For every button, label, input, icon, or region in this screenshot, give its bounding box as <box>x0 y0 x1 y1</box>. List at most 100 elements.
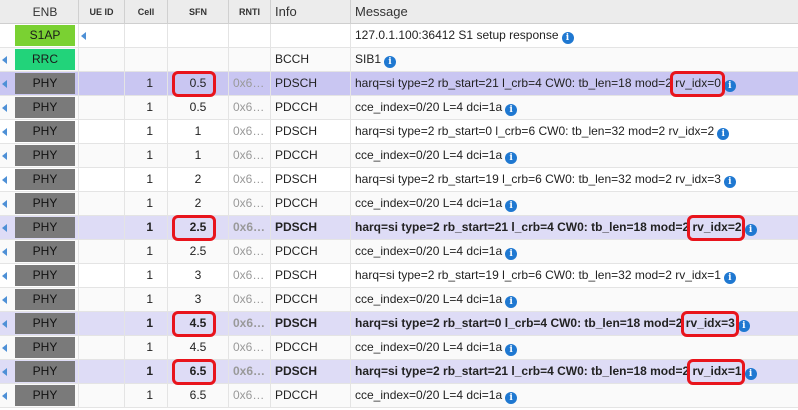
layer-badge[interactable]: PHY <box>15 265 75 286</box>
table-row[interactable]: PHY 1 1 0x6… PDSCH harq=si type=2 rb_start=0 … <box>0 120 798 144</box>
info-icon[interactable]: i <box>744 224 757 236</box>
rnti-cell: 0x6… <box>229 360 271 383</box>
incoming-arrow-icon <box>2 272 7 280</box>
layer-badge[interactable]: PHY <box>15 169 75 190</box>
enb-cell: PHY <box>12 288 79 311</box>
message-cell: cce_index=0/20 L=4 dci=1a i <box>351 144 798 167</box>
info-icon[interactable]: i <box>505 392 518 404</box>
table-row[interactable]: PHY 1 3 0x6… PDSCH harq=si type=2 rb_start=19… <box>0 264 798 288</box>
info-icon[interactable]: i <box>737 320 750 332</box>
info-cell: PDSCH <box>271 360 351 383</box>
enb-cell: PHY <box>12 312 79 335</box>
info-icon[interactable]: i <box>505 104 518 116</box>
message-cell: harq=si type=2 rb_start=21 l_crb=4 CW0: … <box>351 360 798 383</box>
table-row[interactable]: PHY 1 2.5 0x6… PDSCH harq=si type=2 rb_start=… <box>0 216 798 240</box>
message-cell: cce_index=0/20 L=4 dci=1a i <box>351 336 798 359</box>
table-row[interactable]: PHY 1 2.5 0x6… PDCCH cce_index=0/20 L=4 dci=1… <box>0 240 798 264</box>
info-icon[interactable]: i <box>384 56 397 68</box>
column-header-info[interactable]: Info <box>271 0 351 24</box>
layer-badge[interactable]: PHY <box>15 385 75 406</box>
column-header-ue-id[interactable]: UE ID <box>79 0 125 24</box>
info-icon[interactable]: i <box>723 176 736 188</box>
table-row[interactable]: PHY 1 6.5 0x6… PDCCH cce_index=0/20 L=4 dci=1… <box>0 384 798 408</box>
info-icon[interactable]: i <box>561 32 574 44</box>
table-row[interactable]: PHY 1 4.5 0x6… PDCCH cce_index=0/20 L=4 dci=1… <box>0 336 798 360</box>
layer-badge[interactable]: PHY <box>15 73 75 94</box>
table-row[interactable]: PHY 1 2 0x6… PDCCH cce_index=0/20 L=4 dci=1a i <box>0 192 798 216</box>
column-header-cell[interactable]: Cell <box>125 0 168 24</box>
direction-cell <box>0 288 12 311</box>
table-row[interactable]: RRC BCCH SIB1 i <box>0 48 798 72</box>
table-row[interactable]: PHY 1 4.5 0x6… PDSCH harq=si type=2 rb_start=… <box>0 312 798 336</box>
column-header-message[interactable]: Message <box>351 0 798 24</box>
info-cell: PDSCH <box>271 168 351 191</box>
enb-cell: PHY <box>12 192 79 215</box>
column-header-rnti[interactable]: RNTI <box>229 0 271 24</box>
cell-id-cell: 1 <box>125 216 168 239</box>
sfn-cell: 2 <box>168 168 229 191</box>
direction-cell <box>0 72 12 95</box>
info-icon[interactable]: i <box>744 368 757 380</box>
enb-cell: RRC <box>12 48 79 71</box>
info-icon[interactable]: i <box>505 248 518 260</box>
message-text: harq=si type=2 rb_start=0 l_crb=4 CW0: t… <box>355 316 735 330</box>
layer-badge[interactable]: RRC <box>15 49 75 70</box>
rnti-cell: 0x6… <box>229 384 271 407</box>
info-icon[interactable]: i <box>505 152 518 164</box>
layer-badge[interactable]: PHY <box>15 289 75 310</box>
info-cell: PDCCH <box>271 240 351 263</box>
message-text: harq=si type=2 rb_start=21 l_crb=4 CW0: … <box>355 76 721 90</box>
info-cell: PDCCH <box>271 192 351 215</box>
incoming-arrow-icon <box>2 128 7 136</box>
table-row[interactable]: PHY 1 2 0x6… PDSCH harq=si type=2 rb_start=19… <box>0 168 798 192</box>
layer-badge[interactable]: PHY <box>15 121 75 142</box>
table-row[interactable]: PHY 1 1 0x6… PDCCH cce_index=0/20 L=4 dci=1a i <box>0 144 798 168</box>
direction-cell <box>0 192 12 215</box>
table-row[interactable]: S1AP 127.0.1.100:36412 S1 setup response i <box>0 24 798 48</box>
info-icon[interactable]: i <box>505 200 518 212</box>
enb-cell: PHY <box>12 360 79 383</box>
layer-badge[interactable]: PHY <box>15 241 75 262</box>
message-cell: harq=si type=2 rb_start=19 l_crb=6 CW0: … <box>351 264 798 287</box>
layer-badge[interactable]: PHY <box>15 145 75 166</box>
incoming-arrow-icon <box>2 248 7 256</box>
sfn-cell <box>168 24 229 47</box>
cell-id-cell: 1 <box>125 336 168 359</box>
sfn-cell: 1 <box>168 144 229 167</box>
info-icon[interactable]: i <box>505 296 518 308</box>
cell-id-cell: 1 <box>125 240 168 263</box>
layer-badge[interactable]: PHY <box>15 193 75 214</box>
table-row[interactable]: PHY 1 0.5 0x6… PDSCH harq=si type=2 rb_start=… <box>0 72 798 96</box>
info-cell: BCCH <box>271 48 351 71</box>
info-icon[interactable]: i <box>723 80 736 92</box>
layer-badge[interactable]: PHY <box>15 97 75 118</box>
direction-cell <box>0 48 12 71</box>
layer-badge[interactable]: PHY <box>15 217 75 238</box>
layer-badge[interactable]: S1AP <box>15 25 75 46</box>
message-text: cce_index=0/20 L=4 dci=1a <box>355 388 503 402</box>
layer-badge[interactable]: PHY <box>15 313 75 334</box>
incoming-arrow-icon <box>2 200 7 208</box>
rnti-cell: 0x6… <box>229 336 271 359</box>
layer-badge[interactable]: PHY <box>15 337 75 358</box>
column-header-enb[interactable]: ENB <box>12 0 79 24</box>
info-icon[interactable]: i <box>723 272 736 284</box>
info-icon[interactable]: i <box>717 128 730 140</box>
incoming-arrow-icon <box>2 296 7 304</box>
table-row[interactable]: PHY 1 0.5 0x6… PDCCH cce_index=0/20 L=4 dci=1… <box>0 96 798 120</box>
message-cell: cce_index=0/20 L=4 dci=1a i <box>351 96 798 119</box>
table-row[interactable]: PHY 1 6.5 0x6… PDSCH harq=si type=2 rb_start=… <box>0 360 798 384</box>
sfn-cell: 0.5 <box>168 72 229 95</box>
layer-badge[interactable]: PHY <box>15 361 75 382</box>
incoming-arrow-icon <box>2 176 7 184</box>
info-cell <box>271 24 351 47</box>
table-header: ENB UE ID Cell SFN RNTI Info Message <box>0 0 798 24</box>
cell-id-cell: 1 <box>125 96 168 119</box>
info-icon[interactable]: i <box>505 344 518 356</box>
table-row[interactable]: PHY 1 3 0x6… PDCCH cce_index=0/20 L=4 dci=1a i <box>0 288 798 312</box>
column-header-sfn[interactable]: SFN <box>168 0 229 24</box>
enb-cell: PHY <box>12 336 79 359</box>
message-cell: harq=si type=2 rb_start=19 l_crb=6 CW0: … <box>351 168 798 191</box>
rnti-cell: 0x6… <box>229 240 271 263</box>
message-cell: harq=si type=2 rb_start=21 l_crb=4 CW0: … <box>351 72 798 95</box>
